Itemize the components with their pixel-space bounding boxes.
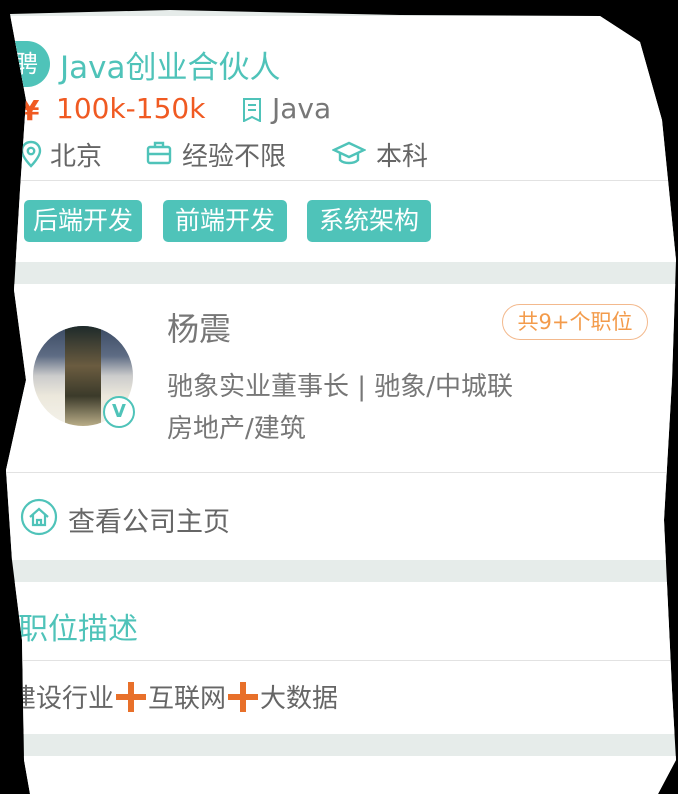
skill-tag[interactable]: 后端开发: [24, 200, 142, 242]
recruiter-name: 杨震: [167, 310, 232, 348]
description-text: 建设行业 互联网 大数据: [10, 678, 338, 718]
company-homepage-link[interactable]: 查看公司主页: [20, 498, 320, 538]
job-description-card: 职位描述 建设行业 互联网 大数据: [6, 582, 676, 734]
home-icon: [20, 498, 58, 536]
recruiter-card: V 杨震 共9+个职位 驰象实业董事长 | 驰象/中城联 房地产/建筑 查看公司…: [6, 284, 676, 560]
recruiter-role: 驰象实业董事长 | 驰象/中城联: [167, 372, 514, 402]
job-tag: Java: [272, 92, 332, 125]
description-part: 大数据: [260, 684, 339, 714]
doc-icon: [243, 98, 261, 122]
jobs-count-badge[interactable]: 共9+个职位: [502, 304, 648, 340]
divider: [6, 472, 676, 473]
skill-tag[interactable]: 系统架构: [307, 200, 431, 242]
experience-label: 经验不限: [182, 142, 287, 172]
job-title: Java创业合伙人: [60, 50, 281, 86]
recruiter-avatar[interactable]: V: [33, 326, 137, 430]
divider: [6, 660, 676, 661]
plus-icon: [116, 681, 147, 712]
job-meta-row: 北京 经验不限 本科: [20, 136, 660, 176]
salary: 100k-150k: [56, 92, 206, 125]
graduation-cap-icon: [332, 141, 366, 165]
divider: [6, 180, 676, 181]
location-label: 北京: [50, 142, 103, 172]
page-background: 聘 Java创业合伙人 ¥ 100k-150k Java 北京 经验不限 本科 …: [6, 10, 676, 794]
verified-icon: V: [103, 396, 135, 428]
plus-icon: [228, 681, 259, 712]
education-label: 本科: [376, 142, 429, 172]
location-icon: [20, 140, 42, 168]
company-homepage-label: 查看公司主页: [68, 507, 230, 538]
yen-icon: ¥: [20, 94, 40, 127]
job-card: 聘 Java创业合伙人 ¥ 100k-150k Java 北京 经验不限 本科 …: [6, 16, 676, 262]
job-badge: 聘: [6, 41, 50, 87]
next-card: [6, 756, 676, 794]
skill-tag[interactable]: 前端开发: [163, 200, 287, 242]
description-part: 建设行业: [10, 684, 115, 714]
description-part: 互联网: [148, 684, 227, 714]
recruiter-industry: 房地产/建筑: [167, 414, 306, 444]
briefcase-icon: [146, 141, 172, 165]
avatar-photo: [65, 326, 101, 426]
section-title: 职位描述: [18, 612, 138, 647]
